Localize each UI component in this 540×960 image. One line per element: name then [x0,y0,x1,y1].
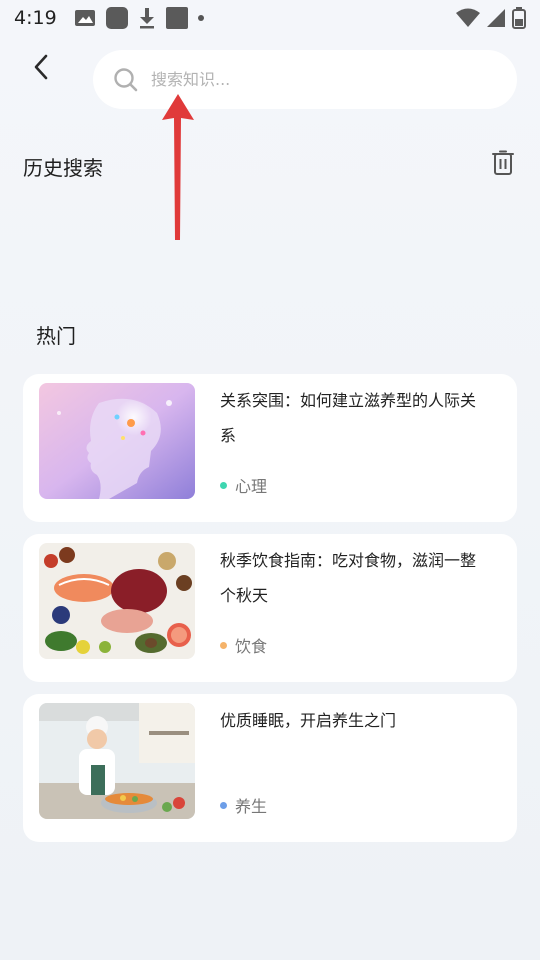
annotation-arrow-icon [162,94,194,240]
hot-item-title: 关系突围：如何建立滋养型的人际关系 [220,391,477,445]
hot-item-card[interactable]: 优质睡眠，开启养生之门 养生 [23,694,517,842]
status-time: 4:19 [14,7,57,29]
food-spread-illustration-image [39,543,195,659]
app-notification-icon [106,7,128,29]
hot-item-body: 关系突围：如何建立滋养型的人际关系 心理 [220,383,480,511]
tag-dot-icon [220,641,227,649]
search-bar[interactable] [93,50,517,109]
clear-history-button[interactable] [490,150,516,176]
brain-illustration-image [39,383,195,499]
download-icon [140,8,154,29]
hot-item-tag-label: 心理 [235,477,268,496]
hot-item-card[interactable]: 关系突围：如何建立滋养型的人际关系 心理 [23,374,517,522]
hot-item-tag-label: 饮食 [235,637,268,656]
chevron-left-icon [34,54,48,80]
more-notifications-dot [198,15,204,21]
hot-item-title: 优质睡眠，开启养生之门 [220,711,397,730]
hot-item-body: 优质睡眠，开启养生之门 养生 [220,703,480,831]
trash-icon [492,150,514,175]
hot-item-title: 秋季饮食指南：吃对食物，滋润一整个秋天 [220,551,477,605]
image-icon [75,10,95,26]
tag-dot-icon [220,481,227,489]
hot-item-card[interactable]: 秋季饮食指南：吃对食物，滋润一整个秋天 饮食 [23,534,517,682]
history-title: 历史搜索 [23,156,103,180]
hot-item-tag: 心理 [220,473,267,497]
status-bar: 4:19 [0,0,540,36]
hot-item-tag: 饮食 [220,633,267,657]
system-icons [456,7,526,29]
search-input[interactable] [151,70,471,89]
back-button[interactable] [24,50,58,84]
battery-icon [512,7,526,29]
chef-cooking-illustration-image [39,703,195,819]
search-icon [114,67,138,91]
tag-dot-icon [220,801,227,809]
app-notification-icon-2 [166,7,188,29]
notification-icons [74,7,204,29]
search-page: 4:19 搜索知识... 历史搜索 热门 关系突围：如何建立滋养型的人际关系 心… [0,0,540,960]
signal-icon [487,9,505,27]
hot-item-tag: 养生 [220,793,267,817]
wifi-icon [456,8,480,27]
hot-item-tag-label: 养生 [235,797,268,816]
hot-title: 热门 [36,324,76,348]
hot-item-body: 秋季饮食指南：吃对食物，滋润一整个秋天 饮食 [220,543,480,671]
